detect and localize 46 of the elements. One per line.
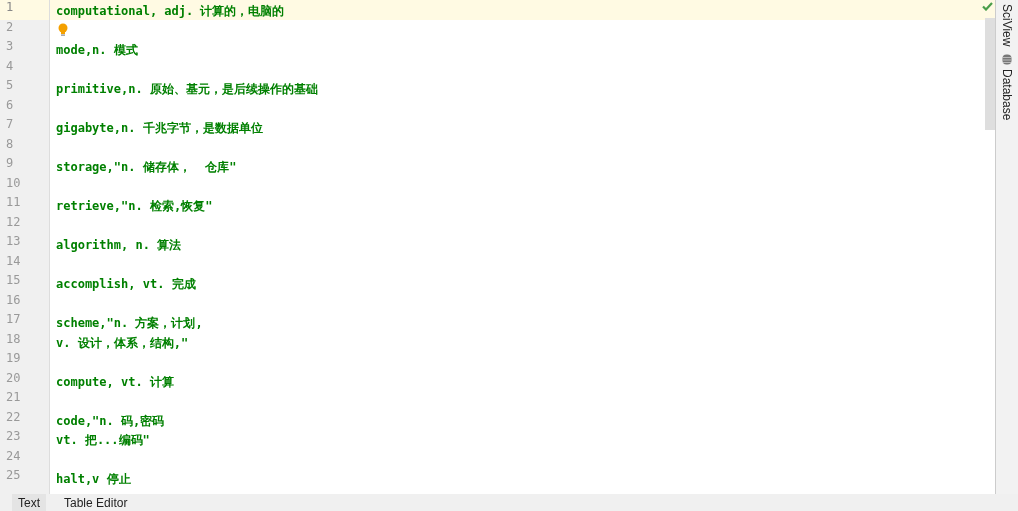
line-number: 14: [6, 253, 21, 268]
tool-window-button[interactable]: Database: [1000, 69, 1014, 121]
editor-tab[interactable]: Text: [12, 494, 46, 511]
code-line: compute, vt. 计算: [56, 374, 174, 389]
scrollbar-thumb[interactable]: [985, 18, 995, 130]
line-number: 1: [6, 0, 14, 14]
code-line: storage,"n. 储存体， 仓库": [56, 160, 237, 174]
code-line: v. 设计，体系，结构,": [56, 335, 189, 350]
line-number: 3: [6, 39, 14, 53]
line-number: 6: [6, 97, 14, 112]
code-line: accomplish, vt. 完成: [56, 277, 196, 291]
code-line: gigabyte,n. 千兆字节，是数据单位: [56, 121, 263, 135]
line-number: 13: [6, 234, 21, 248]
editor-tab[interactable]: Table Editor: [58, 494, 134, 511]
line-number: 11: [6, 195, 21, 209]
line-number: 16: [6, 292, 21, 307]
code-line: vt. 把...编码": [56, 433, 150, 447]
line-number: 8: [6, 136, 14, 151]
line-number: 23: [6, 429, 21, 443]
line-number: 5: [6, 78, 14, 92]
line-number: 7: [6, 117, 14, 131]
line-number: 18: [6, 331, 21, 346]
line-number: 15: [6, 273, 21, 287]
database-icon: [1002, 54, 1012, 66]
code-line: primitive,n. 原始、基元，是后续操作的基础: [56, 82, 318, 96]
code-line: mode,n. 模式: [56, 43, 138, 57]
line-number: 10: [6, 175, 21, 190]
line-number: 25: [6, 468, 21, 482]
line-number: 17: [6, 312, 21, 326]
code-line: code,"n. 码,密码: [56, 413, 165, 428]
code-line: scheme,"n. 方案，计划,: [56, 316, 203, 330]
code-line: algorithm, n. 算法: [56, 238, 182, 252]
line-number: 21: [6, 390, 21, 404]
code-line: computational, adj. 计算的，电脑的: [56, 4, 285, 18]
line-number: 2: [6, 19, 14, 34]
line-number: 12: [6, 214, 21, 229]
line-number: 9: [6, 156, 14, 170]
line-number: 19: [6, 351, 21, 365]
code-line: halt,v 停止: [56, 472, 131, 486]
line-number: 20: [6, 370, 21, 385]
line-number: 4: [6, 58, 14, 73]
line-number: 22: [6, 409, 21, 424]
code-line: retrieve,"n. 检索,恢复": [56, 199, 213, 213]
line-number: 24: [6, 448, 21, 463]
tool-window-button[interactable]: SciView: [1000, 4, 1014, 47]
lightbulb-icon[interactable]: [58, 23, 68, 38]
